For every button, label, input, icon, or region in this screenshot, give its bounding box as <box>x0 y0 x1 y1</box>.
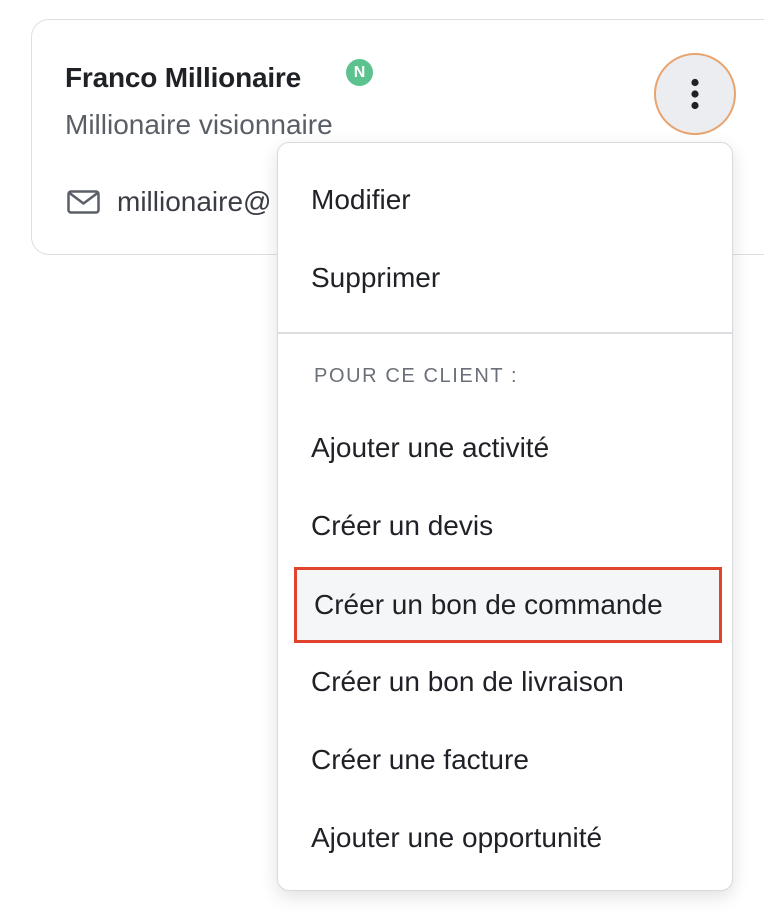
mail-icon <box>67 190 100 214</box>
menu-item-creer-devis[interactable]: Créer un devis <box>278 487 732 565</box>
contact-title: Millionaire visionnaire <box>65 109 333 140</box>
menu-item-creer-facture[interactable]: Créer une facture <box>278 721 732 799</box>
actions-dropdown-menu: Modifier Supprimer POUR CE CLIENT : Ajou… <box>277 142 733 891</box>
vertical-dots-icon <box>691 78 699 110</box>
email-row[interactable]: millionaire@ <box>67 186 271 218</box>
contact-name: Franco Millionaire <box>65 62 301 93</box>
menu-section-header: POUR CE CLIENT : <box>314 365 519 387</box>
status-badge: N <box>346 59 373 86</box>
menu-item-ajouter-opportunite[interactable]: Ajouter une opportunité <box>278 799 732 877</box>
menu-item-supprimer[interactable]: Supprimer <box>278 239 732 317</box>
menu-item-ajouter-activite[interactable]: Ajouter une activité <box>278 409 732 487</box>
menu-item-creer-bon-de-commande[interactable]: Créer un bon de commande <box>294 567 722 643</box>
menu-item-creer-bon-de-livraison[interactable]: Créer un bon de livraison <box>278 643 732 721</box>
email-text: millionaire@ <box>117 186 272 217</box>
menu-divider <box>278 332 732 334</box>
more-actions-button[interactable] <box>654 53 736 135</box>
menu-item-modifier[interactable]: Modifier <box>278 161 732 239</box>
